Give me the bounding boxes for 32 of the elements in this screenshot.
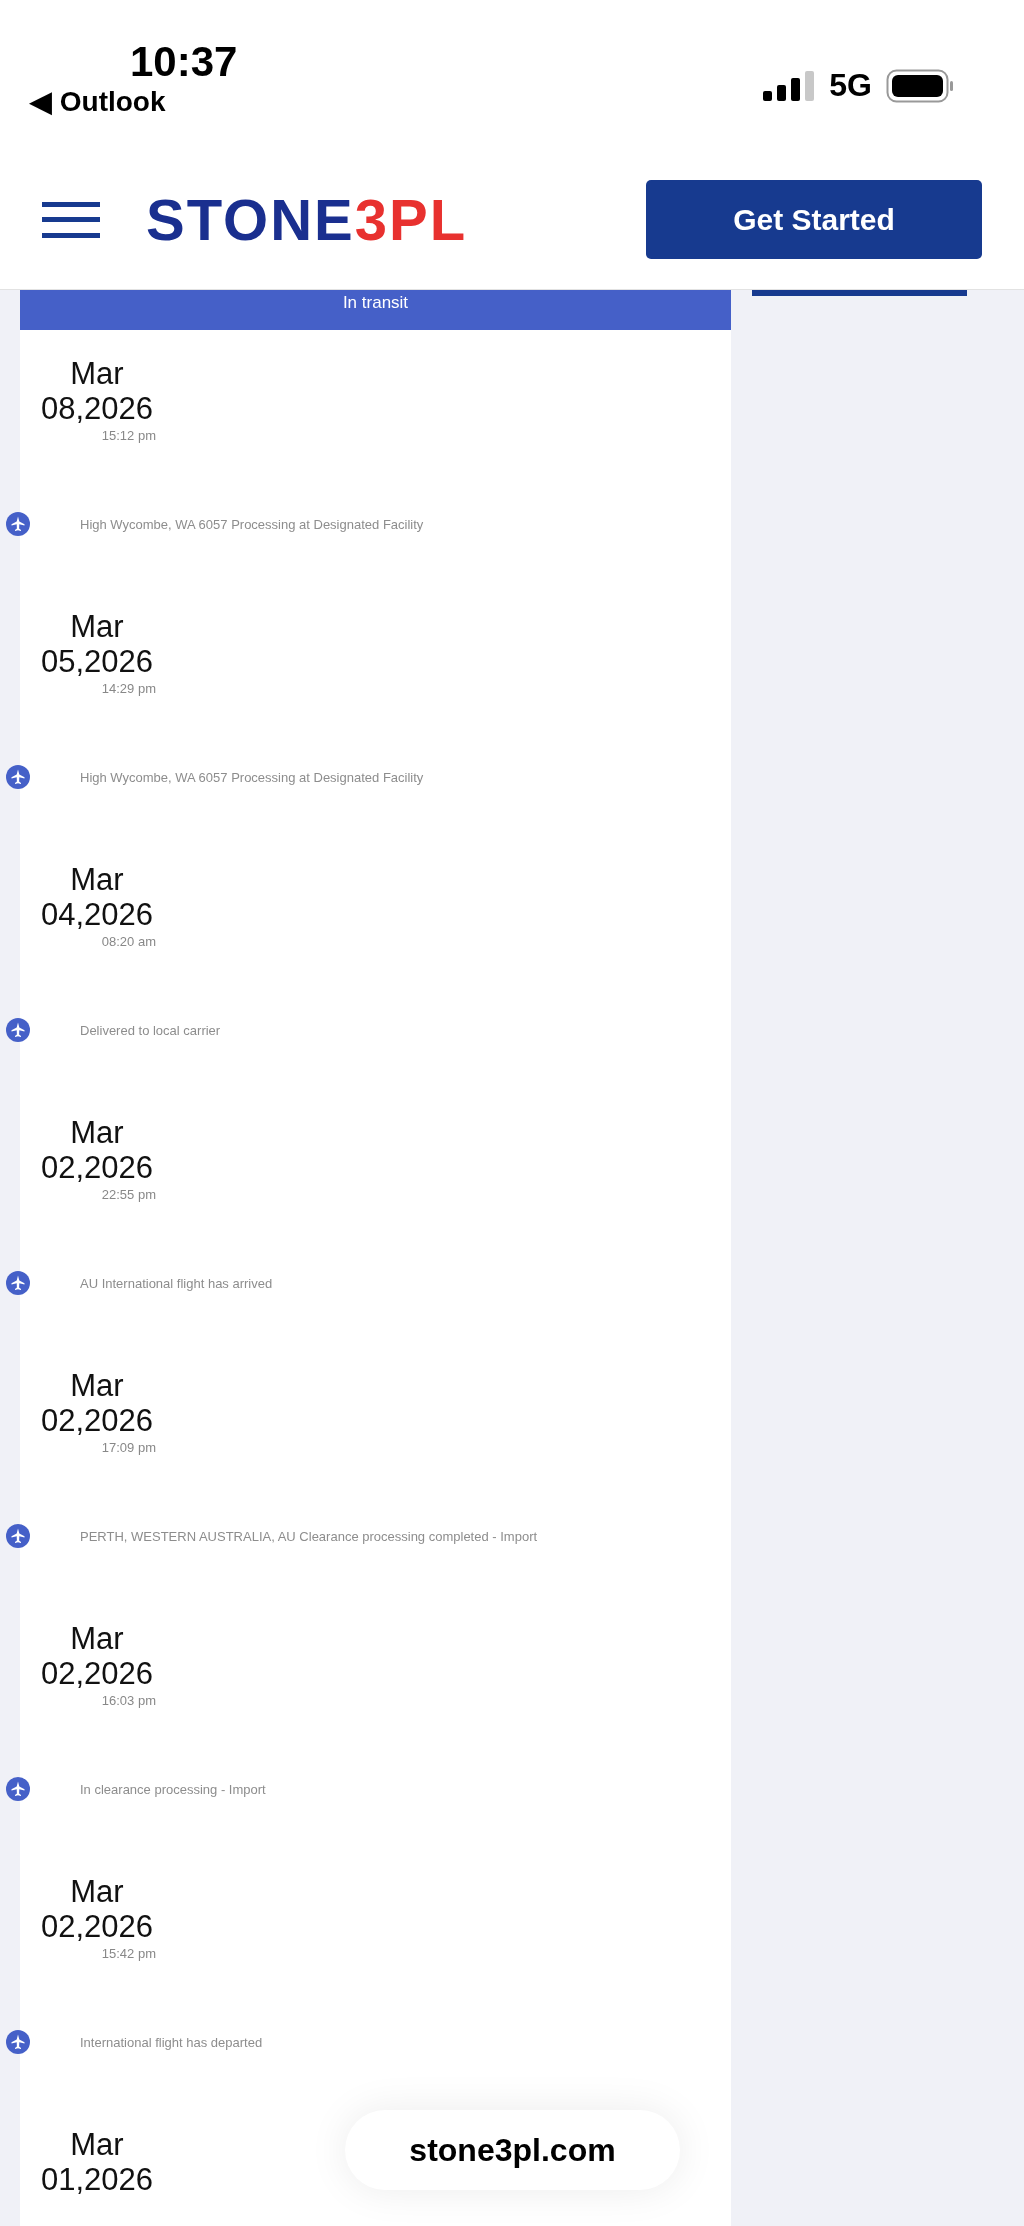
event-description: Delivered to local carrier bbox=[80, 1022, 221, 1038]
logo[interactable]: STONE3PL bbox=[146, 186, 468, 253]
event-time: 14:29 pm bbox=[100, 681, 157, 696]
event-time: 17:09 pm bbox=[100, 1440, 157, 1455]
status-time: 10:37 bbox=[130, 38, 238, 86]
event-date: Mar 02,2026 bbox=[39, 1874, 155, 1944]
network-label: 5G bbox=[829, 67, 872, 104]
event-time: 15:12 pm bbox=[100, 428, 157, 443]
event-date: Mar 02,2026 bbox=[39, 1368, 155, 1438]
event-description: In clearance processing - Import bbox=[80, 1781, 266, 1797]
event-description: PERTH, WESTERN AUSTRALIA, AU Clearance processing completed - Import bbox=[80, 1528, 538, 1544]
url-bar[interactable]: stone3pl.com bbox=[345, 2110, 680, 2190]
event-date: Mar 01,2026 bbox=[39, 2127, 155, 2197]
event-time: 15:42 pm bbox=[100, 1946, 157, 1961]
event-description: High Wycombe, WA 6057 Processing at Designated Facility bbox=[80, 769, 424, 785]
menu-icon[interactable] bbox=[42, 199, 100, 240]
back-link[interactable]: ◀ Outlook bbox=[30, 86, 238, 118]
event-description: High Wycombe, WA 6057 Processing at Designated Facility bbox=[80, 516, 424, 532]
event-date: Mar 02,2026 bbox=[39, 1115, 155, 1185]
event-time: 16:03 pm bbox=[100, 1693, 157, 1708]
event-description: International flight has departed bbox=[80, 2034, 263, 2050]
event-time: 08:20 am bbox=[100, 934, 157, 949]
event-description: AU International flight has arrived bbox=[80, 1275, 273, 1291]
battery-icon bbox=[886, 68, 954, 103]
signal-icon bbox=[763, 70, 816, 101]
event-date: Mar 02,2026 bbox=[39, 1621, 155, 1691]
status-banner: In transit bbox=[20, 290, 731, 330]
get-started-button[interactable]: Get Started bbox=[646, 180, 982, 259]
event-time: 22:55 pm bbox=[100, 1187, 157, 1202]
event-date: Mar 08,2026 bbox=[39, 356, 155, 426]
event-date: Mar 05,2026 bbox=[39, 609, 155, 679]
event-date: Mar 04,2026 bbox=[39, 862, 155, 932]
